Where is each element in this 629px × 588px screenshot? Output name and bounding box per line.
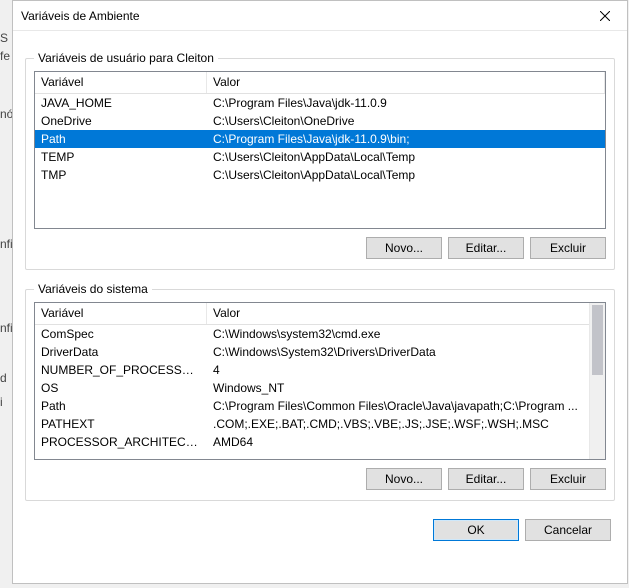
user-delete-button[interactable]: Excluir bbox=[530, 237, 606, 259]
table-row[interactable]: PATHEXT.COM;.EXE;.BAT;.CMD;.VBS;.VBE;.JS… bbox=[35, 415, 605, 433]
system-edit-button[interactable]: Editar... bbox=[448, 468, 524, 490]
table-row[interactable]: TEMPC:\Users\Cleiton\AppData\Local\Temp bbox=[35, 148, 605, 166]
table-row[interactable]: OneDriveC:\Users\Cleiton\OneDrive bbox=[35, 112, 605, 130]
cell-value: 4 bbox=[207, 362, 605, 378]
system-variables-table[interactable]: Variável Valor ComSpecC:\Windows\system3… bbox=[34, 302, 606, 460]
table-row[interactable]: TMPC:\Users\Cleiton\AppData\Local\Temp bbox=[35, 166, 605, 184]
user-variables-group: Variáveis de usuário para Cleiton Variáv… bbox=[25, 51, 615, 270]
background-fragment: S bbox=[0, 30, 10, 46]
close-button[interactable] bbox=[583, 1, 627, 31]
column-header-variable[interactable]: Variável bbox=[35, 72, 207, 93]
table-row[interactable]: PathC:\Program Files\Common Files\Oracle… bbox=[35, 397, 605, 415]
cell-variable: OS bbox=[35, 380, 207, 396]
cell-variable: OneDrive bbox=[35, 113, 207, 129]
column-header-variable[interactable]: Variável bbox=[35, 303, 207, 324]
cell-variable: DriverData bbox=[35, 344, 207, 360]
close-icon bbox=[600, 11, 610, 21]
cell-value: AMD64 bbox=[207, 434, 605, 450]
background-fragment: fe bbox=[0, 48, 12, 64]
system-delete-button[interactable]: Excluir bbox=[530, 468, 606, 490]
cell-value: C:\Program Files\Common Files\Oracle\Jav… bbox=[207, 398, 605, 414]
cancel-button[interactable]: Cancelar bbox=[525, 519, 611, 541]
table-header: Variável Valor bbox=[35, 72, 605, 94]
cell-variable: NUMBER_OF_PROCESSORS bbox=[35, 362, 207, 378]
cell-value: C:\Users\Cleiton\OneDrive bbox=[207, 113, 605, 129]
cell-value: C:\Windows\system32\cmd.exe bbox=[207, 326, 605, 342]
cell-variable: TMP bbox=[35, 167, 207, 183]
cell-variable: TEMP bbox=[35, 149, 207, 165]
column-header-value[interactable]: Valor bbox=[207, 303, 605, 324]
system-new-button[interactable]: Novo... bbox=[366, 468, 442, 490]
table-row[interactable]: NUMBER_OF_PROCESSORS4 bbox=[35, 361, 605, 379]
cell-variable: PATHEXT bbox=[35, 416, 207, 432]
cell-variable: Path bbox=[35, 398, 207, 414]
window-title: Variáveis de Ambiente bbox=[21, 9, 140, 23]
titlebar: Variáveis de Ambiente bbox=[13, 1, 627, 31]
system-variables-legend: Variáveis do sistema bbox=[34, 282, 152, 296]
vertical-scrollbar[interactable] bbox=[589, 303, 605, 459]
cell-value: C:\Users\Cleiton\AppData\Local\Temp bbox=[207, 149, 605, 165]
cell-variable: JAVA_HOME bbox=[35, 95, 207, 111]
system-variables-group: Variáveis do sistema Variável Valor ComS… bbox=[25, 282, 615, 501]
column-header-value[interactable]: Valor bbox=[207, 72, 605, 93]
background-fragment: i bbox=[0, 394, 5, 410]
table-header: Variável Valor bbox=[35, 303, 605, 325]
cell-value: C:\Program Files\Java\jdk-11.0.9\bin; bbox=[207, 131, 605, 147]
cell-variable: PROCESSOR_ARCHITECTURE bbox=[35, 434, 207, 450]
table-row[interactable]: PROCESSOR_ARCHITECTUREAMD64 bbox=[35, 433, 605, 451]
ok-button[interactable]: OK bbox=[433, 519, 519, 541]
user-variables-legend: Variáveis de usuário para Cleiton bbox=[34, 51, 218, 65]
cell-value: .COM;.EXE;.BAT;.CMD;.VBS;.VBE;.JS;.JSE;.… bbox=[207, 416, 605, 432]
user-new-button[interactable]: Novo... bbox=[366, 237, 442, 259]
environment-variables-dialog: Variáveis de Ambiente Variáveis de usuár… bbox=[12, 0, 628, 584]
cell-variable: Path bbox=[35, 131, 207, 147]
cell-value: C:\Program Files\Java\jdk-11.0.9 bbox=[207, 95, 605, 111]
user-variables-table[interactable]: Variável Valor JAVA_HOMEC:\Program Files… bbox=[34, 71, 606, 229]
table-row[interactable]: DriverDataC:\Windows\System32\Drivers\Dr… bbox=[35, 343, 605, 361]
scrollbar-thumb[interactable] bbox=[592, 305, 603, 375]
table-row[interactable]: PathC:\Program Files\Java\jdk-11.0.9\bin… bbox=[35, 130, 605, 148]
user-edit-button[interactable]: Editar... bbox=[448, 237, 524, 259]
table-row[interactable]: JAVA_HOMEC:\Program Files\Java\jdk-11.0.… bbox=[35, 94, 605, 112]
cell-variable: ComSpec bbox=[35, 326, 207, 342]
table-row[interactable]: ComSpecC:\Windows\system32\cmd.exe bbox=[35, 325, 605, 343]
cell-value: C:\Windows\System32\Drivers\DriverData bbox=[207, 344, 605, 360]
cell-value: Windows_NT bbox=[207, 380, 605, 396]
background-fragment: d bbox=[0, 370, 9, 386]
table-row[interactable]: OSWindows_NT bbox=[35, 379, 605, 397]
cell-value: C:\Users\Cleiton\AppData\Local\Temp bbox=[207, 167, 605, 183]
